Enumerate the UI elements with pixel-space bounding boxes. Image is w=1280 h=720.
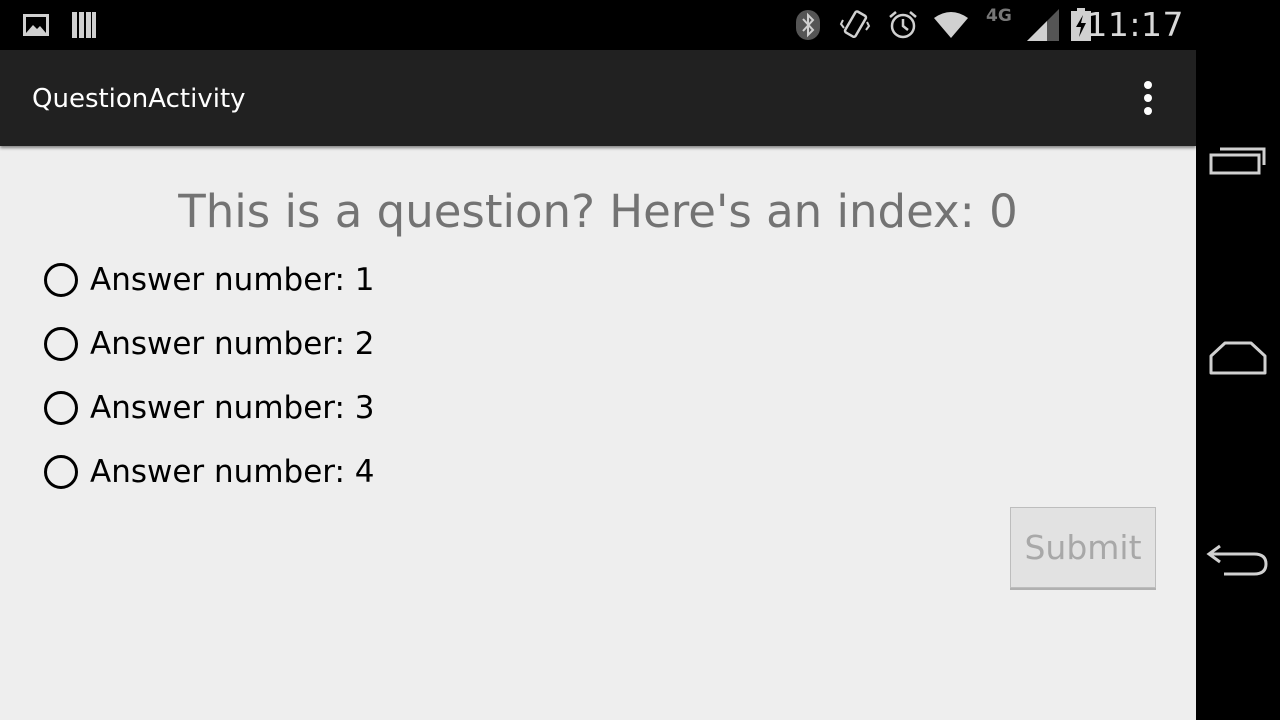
bluetooth-icon — [794, 0, 822, 50]
recent-apps-icon — [1209, 147, 1266, 175]
alarm-icon — [886, 0, 920, 50]
answer-option-3[interactable]: Answer number: 3 — [42, 376, 375, 440]
wifi-icon — [932, 0, 970, 50]
recent-apps-button[interactable] — [1196, 110, 1280, 210]
answer-label: Answer number: 3 — [90, 390, 375, 426]
answer-label: Answer number: 4 — [90, 454, 375, 490]
question-text: This is a question? Here's an index: 0 — [178, 185, 1018, 238]
answer-option-4[interactable]: Answer number: 4 — [42, 440, 375, 504]
navigation-bar — [1196, 0, 1280, 720]
vibrate-icon — [838, 0, 872, 50]
answer-radio-group: Answer number: 1 Answer number: 2 Answer… — [42, 248, 375, 504]
answer-option-1[interactable]: Answer number: 1 — [42, 248, 375, 312]
answer-label: Answer number: 1 — [90, 262, 375, 298]
status-bar: 4G 11:17 — [0, 0, 1196, 50]
home-icon — [1209, 341, 1267, 375]
overflow-menu-button[interactable] — [1128, 74, 1168, 122]
back-button[interactable] — [1196, 508, 1280, 608]
back-icon — [1206, 544, 1268, 576]
status-clock: 11:17 — [1086, 5, 1184, 44]
radio-button-icon[interactable] — [44, 263, 78, 297]
answer-label: Answer number: 2 — [90, 326, 375, 362]
cell-signal-icon — [1024, 0, 1062, 50]
submit-button[interactable]: Submit — [1010, 507, 1156, 588]
question-content: This is a question? Here's an index: 0 A… — [0, 146, 1196, 720]
radio-button-icon[interactable] — [44, 391, 78, 425]
app-title: QuestionActivity — [32, 84, 246, 114]
radio-button-icon[interactable] — [44, 455, 78, 489]
home-button[interactable] — [1196, 308, 1280, 408]
more-vert-icon — [1144, 81, 1152, 115]
storage-icon — [70, 0, 98, 50]
answer-option-2[interactable]: Answer number: 2 — [42, 312, 375, 376]
gallery-icon — [22, 0, 50, 50]
action-bar: QuestionActivity — [0, 50, 1196, 146]
network-type-label: 4G — [986, 6, 1012, 26]
radio-button-icon[interactable] — [44, 327, 78, 361]
